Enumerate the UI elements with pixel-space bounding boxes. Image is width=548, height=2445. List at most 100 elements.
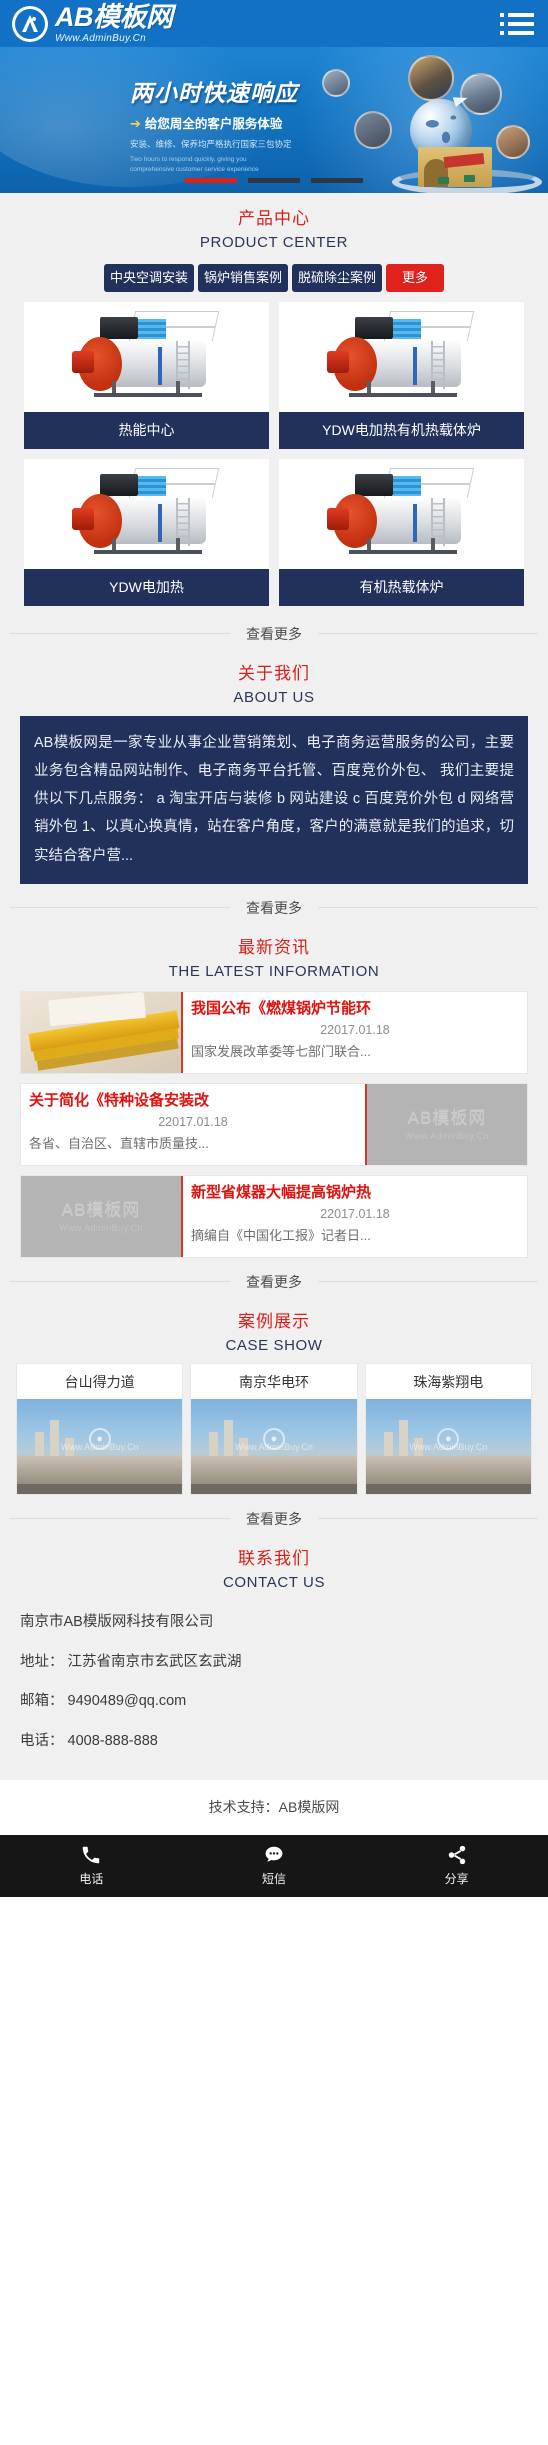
product-card[interactable]: 热能中心 <box>24 302 269 450</box>
news-thumbnail <box>21 992 181 1074</box>
thumb-watermark-title: AB模板网 <box>407 1108 487 1128</box>
case-name: 南京华电环 <box>238 1374 309 1391</box>
site-header: AB模板网 Www.AdminBuy.Cn <box>0 0 548 47</box>
case-card[interactable]: 南京华电环 ● Www.AdminBuy.Cn <box>190 1363 358 1496</box>
news-title: 新型省煤器大幅提高锅炉热 <box>191 1184 372 1202</box>
thumb-watermark-url: Www.AdminBuy.Cn <box>405 1130 489 1141</box>
phone-icon <box>80 1844 102 1866</box>
tab-more[interactable]: 更多 <box>386 264 445 293</box>
logo-title: AB模板网 <box>55 1 173 32</box>
bottom-bar-call-label: 电话 <box>79 1872 104 1887</box>
case-view-more-link[interactable]: 查看更多 <box>230 1509 318 1530</box>
contact-address: 地址： 江苏省南京市玄武区玄武湖 <box>20 1653 242 1670</box>
bottom-bar-share-label: 分享 <box>444 1872 469 1887</box>
about-text-box: AB模板网是一家专业从事企业营销策划、电子商务运营服务的公司，主要业务包含精品网… <box>20 715 528 884</box>
carousel-dot-2[interactable] <box>248 178 300 183</box>
hamburger-menu-icon[interactable] <box>500 12 534 35</box>
tab-central-ac[interactable]: 中央空调安装 <box>103 264 194 293</box>
product-image <box>24 459 269 570</box>
carousel-dot-3[interactable] <box>311 178 363 183</box>
thumb-watermark-title: AB模板网 <box>61 1200 141 1220</box>
news-list-item[interactable]: AB模板网 Www.AdminBuy.Cn 关于简化《特种设备安装改 22017… <box>20 1083 528 1167</box>
case-watermark: Www.AdminBuy.Cn <box>235 1441 313 1452</box>
case-watermark: Www.AdminBuy.Cn <box>409 1441 488 1452</box>
logo-subtitle: Www.AdminBuy.Cn <box>55 32 147 44</box>
product-card[interactable]: YDW电加热 <box>24 459 269 607</box>
news-date: 22017.01.18 <box>158 1114 228 1129</box>
case-image: ● Www.AdminBuy.Cn <box>365 1399 531 1495</box>
product-card[interactable]: YDW电加热有机热载体炉 <box>279 302 524 450</box>
case-grid: 台山得力道 ● Www.AdminBuy.Cn 南京华电环 ● Www.Admi… <box>0 1361 548 1496</box>
contact-company: 南京市AB模版网科技有限公司 <box>20 1613 214 1630</box>
share-icon <box>446 1844 468 1866</box>
logo-mark-icon <box>12 5 48 42</box>
news-thumbnail: AB模板网 Www.AdminBuy.Cn <box>367 1084 527 1166</box>
product-view-more-link[interactable]: 查看更多 <box>230 624 318 645</box>
news-section-heading: 最新资讯 THE LATEST INFORMATION <box>0 922 548 987</box>
about-title-cn: 关于我们 <box>238 664 310 684</box>
product-grid: 热能中心 YDW电加热有机热载体炉 YDW电加热 有机热载体炉 <box>0 302 548 610</box>
banner-tagline: 安装、维修、保养均严格执行国家三包协定 <box>130 139 292 149</box>
case-title-cn: 案例展示 <box>238 1312 310 1332</box>
product-name: 热能中心 <box>24 412 269 450</box>
carousel-indicators[interactable] <box>0 178 548 183</box>
case-card[interactable]: 台山得力道 ● Www.AdminBuy.Cn <box>16 1363 184 1496</box>
site-logo[interactable]: AB模板网 Www.AdminBuy.Cn <box>12 1 173 44</box>
bottom-bar-sms[interactable]: 短信 <box>183 1835 366 1897</box>
product-section-heading: 产品中心 PRODUCT CENTER <box>0 193 548 258</box>
case-more-row: 查看更多 <box>10 1509 538 1530</box>
product-image <box>24 302 269 413</box>
banner-subheadline: ➔ 给您周全的客户服务体验 <box>130 116 283 131</box>
news-description: 各省、自治区、直辖市质量技... <box>29 1135 209 1151</box>
product-name: 有机热载体炉 <box>279 569 524 607</box>
footer-support-text[interactable]: 技术支持：AB模版网 <box>0 1779 548 1835</box>
contact-email[interactable]: 邮箱： 9490489@qq.com <box>20 1682 528 1722</box>
product-title-en: PRODUCT CENTER <box>199 233 349 251</box>
case-image: ● Www.AdminBuy.Cn <box>17 1399 183 1495</box>
product-card[interactable]: 有机热载体炉 <box>279 459 524 607</box>
news-list: 我国公布《燃煤锅炉节能环 22017.01.18 国家发展改革委等七部门联合..… <box>0 987 548 1259</box>
news-view-more-link[interactable]: 查看更多 <box>230 1272 318 1293</box>
news-date: 22017.01.18 <box>320 1022 390 1037</box>
case-section-heading: 案例展示 CASE SHOW <box>0 1296 548 1361</box>
contact-section-heading: 联系我们 CONTACT US <box>0 1533 548 1598</box>
case-name: 珠海紫翔电 <box>413 1374 484 1391</box>
news-list-item[interactable]: 我国公布《燃煤锅炉节能环 22017.01.18 国家发展改革委等七部门联合..… <box>20 991 528 1075</box>
thumb-watermark-url: Www.AdminBuy.Cn <box>59 1222 143 1233</box>
news-list-item[interactable]: AB模板网 Www.AdminBuy.Cn 新型省煤器大幅提高锅炉热 22017… <box>20 1175 528 1259</box>
contact-details: 南京市AB模版网科技有限公司 地址： 江苏省南京市玄武区玄武湖 邮箱： 9490… <box>0 1599 548 1778</box>
case-name: 台山得力道 <box>64 1374 135 1391</box>
news-title: 我国公布《燃煤锅炉节能环 <box>191 1000 372 1018</box>
bottom-bar-share[interactable]: 分享 <box>365 1835 548 1897</box>
contact-phone[interactable]: 电话： 4008-888-888 <box>20 1722 528 1762</box>
news-title-cn: 最新资讯 <box>238 937 310 957</box>
tab-boiler-sales[interactable]: 锅炉销售案例 <box>197 264 288 293</box>
hero-banner[interactable]: 两小时快速响应 ➔ 给您周全的客户服务体验 安装、维修、保养均严格执行国家三包协定… <box>0 47 548 193</box>
carousel-dot-1[interactable] <box>185 178 237 183</box>
about-section-heading: 关于我们 ABOUT US <box>0 648 548 713</box>
arrow-icon: ➔ <box>130 116 141 131</box>
case-image: ● Www.AdminBuy.Cn <box>191 1399 357 1495</box>
bottom-bar-call[interactable]: 电话 <box>0 1835 183 1897</box>
news-title-en: THE LATEST INFORMATION <box>168 962 380 980</box>
case-title-en: CASE SHOW <box>225 1336 323 1354</box>
message-icon <box>263 1844 285 1866</box>
news-more-row: 查看更多 <box>10 1272 538 1293</box>
product-name: YDW电加热 <box>24 569 269 607</box>
product-more-row: 查看更多 <box>10 624 538 645</box>
news-thumbnail: AB模板网 Www.AdminBuy.Cn <box>21 1176 181 1258</box>
about-view-more-link[interactable]: 查看更多 <box>230 897 318 918</box>
banner-photo-montage <box>314 51 544 193</box>
banner-copy: 两小时快速响应 ➔ 给您周全的客户服务体验 安装、维修、保养均严格执行国家三包协定… <box>130 74 330 175</box>
product-name: YDW电加热有机热载体炉 <box>279 412 524 450</box>
tab-desulfurization[interactable]: 脱硫除尘案例 <box>292 264 383 293</box>
product-tabs[interactable]: 中央空调安装 锅炉销售案例 脱硫除尘案例 更多 <box>0 258 548 302</box>
contact-title-en: CONTACT US <box>222 1574 326 1592</box>
news-description: 国家发展改革委等七部门联合... <box>191 1043 371 1059</box>
case-card[interactable]: 珠海紫翔电 ● Www.AdminBuy.Cn <box>364 1363 532 1496</box>
product-image <box>279 459 524 570</box>
product-title-cn: 产品中心 <box>238 209 310 228</box>
about-title-en: ABOUT US <box>233 689 315 707</box>
case-watermark: Www.AdminBuy.Cn <box>60 1441 139 1452</box>
news-date: 22017.01.18 <box>320 1206 390 1221</box>
